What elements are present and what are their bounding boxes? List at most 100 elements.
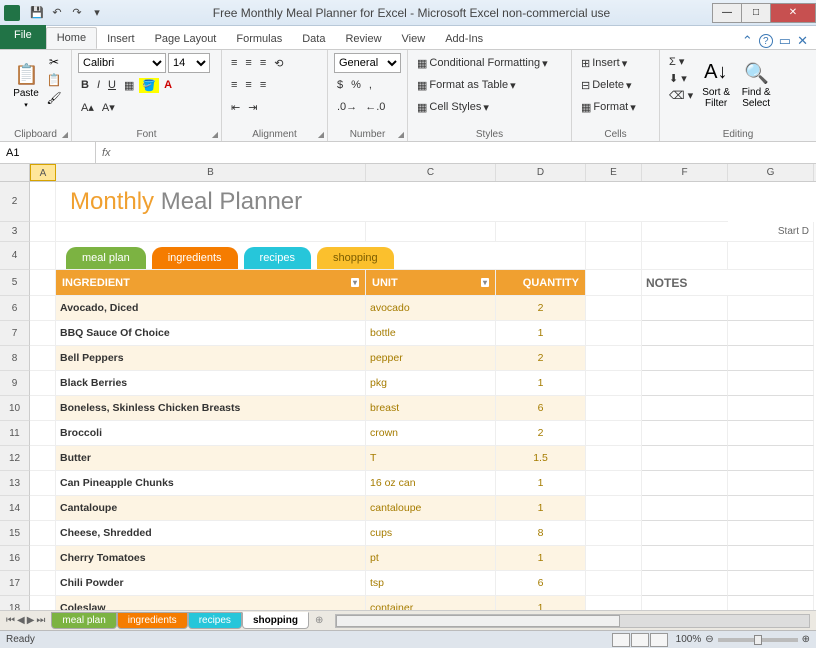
font-size-select[interactable]: 14 xyxy=(168,53,210,73)
scrollbar-thumb[interactable] xyxy=(336,615,620,627)
format-as-table-button[interactable]: ▦ Format as Table ▾ xyxy=(414,78,519,93)
col-header-f[interactable]: F xyxy=(642,164,728,181)
cell[interactable]: pt xyxy=(366,546,496,571)
cell[interactable] xyxy=(642,421,728,446)
cell[interactable] xyxy=(728,321,814,346)
cell[interactable]: Bell Peppers xyxy=(56,346,366,371)
increase-font-button[interactable]: A▴ xyxy=(78,100,97,115)
cell[interactable]: 1 xyxy=(496,546,586,571)
decrease-font-button[interactable]: A▾ xyxy=(99,100,118,115)
cell[interactable] xyxy=(728,471,814,496)
cell[interactable] xyxy=(642,321,728,346)
cell[interactable]: 1.5 xyxy=(496,446,586,471)
row-header[interactable]: 5 xyxy=(0,270,30,296)
view-page-layout-button[interactable] xyxy=(631,633,649,647)
cell[interactable]: 1 xyxy=(496,321,586,346)
insert-cells-button[interactable]: ⊞ Insert ▾ xyxy=(578,56,630,71)
italic-button[interactable]: I xyxy=(94,78,103,92)
row-header[interactable]: 11 xyxy=(0,421,30,446)
cell[interactable]: Cherry Tomatoes xyxy=(56,546,366,571)
cell[interactable]: crown xyxy=(366,421,496,446)
font-name-select[interactable]: Calibri xyxy=(78,53,166,73)
filter-dropdown-icon[interactable]: ▾ xyxy=(481,278,489,287)
cell[interactable] xyxy=(642,471,728,496)
delete-cells-button[interactable]: ⊟ Delete ▾ xyxy=(578,78,635,93)
cell[interactable] xyxy=(586,571,642,596)
cell[interactable]: Monthly Meal Planner xyxy=(56,182,728,222)
cell[interactable] xyxy=(30,222,56,242)
cell[interactable] xyxy=(642,242,728,270)
tab-data[interactable]: Data xyxy=(292,29,335,49)
sheet-nav-prev[interactable]: ◀ xyxy=(17,615,25,626)
cell[interactable] xyxy=(586,321,642,346)
col-header-d[interactable]: D xyxy=(496,164,586,181)
cell[interactable] xyxy=(642,346,728,371)
name-box[interactable]: A1 xyxy=(0,142,96,163)
row-header[interactable]: 15 xyxy=(0,521,30,546)
horizontal-scrollbar[interactable] xyxy=(335,614,810,628)
cell[interactable] xyxy=(586,521,642,546)
cell[interactable]: bottle xyxy=(366,321,496,346)
row-header[interactable]: 14 xyxy=(0,496,30,521)
cell[interactable]: 2 xyxy=(496,346,586,371)
row-header[interactable]: 10 xyxy=(0,396,30,421)
currency-button[interactable]: $ xyxy=(334,78,346,92)
cell[interactable]: 1 xyxy=(496,596,586,610)
cell[interactable]: cantaloupe xyxy=(366,496,496,521)
cell[interactable] xyxy=(642,396,728,421)
col-header-g[interactable]: G xyxy=(728,164,814,181)
minimize-button[interactable]: — xyxy=(712,3,742,23)
number-format-select[interactable]: General xyxy=(334,53,401,73)
fx-icon[interactable]: fx xyxy=(102,147,111,159)
cell[interactable]: meal plan ingredients recipes shopping xyxy=(56,242,586,270)
cell[interactable]: 8 xyxy=(496,521,586,546)
orientation-button[interactable]: ⟲ xyxy=(271,56,286,71)
cell[interactable] xyxy=(30,371,56,396)
border-button[interactable]: ▦ xyxy=(121,78,137,93)
decrease-decimal-button[interactable]: ←.0 xyxy=(362,100,388,114)
cell[interactable] xyxy=(586,242,642,270)
tab-review[interactable]: Review xyxy=(335,29,391,49)
zoom-out-button[interactable]: ⊖ xyxy=(705,634,713,645)
clear-button[interactable]: ⌫ ▾ xyxy=(666,88,696,103)
cell[interactable] xyxy=(642,446,728,471)
format-cells-button[interactable]: ▦ Format ▾ xyxy=(578,100,639,115)
cell[interactable]: pkg xyxy=(366,371,496,396)
cell[interactable] xyxy=(30,421,56,446)
cell[interactable] xyxy=(586,446,642,471)
cell[interactable] xyxy=(30,182,56,222)
cell[interactable] xyxy=(728,546,814,571)
window-close-icon[interactable]: ✕ xyxy=(797,33,808,49)
cell[interactable] xyxy=(728,496,814,521)
cell[interactable] xyxy=(30,496,56,521)
cell[interactable] xyxy=(728,596,814,610)
qat-customize-dropdown[interactable]: ▾ xyxy=(88,4,106,22)
tab-page-layout[interactable]: Page Layout xyxy=(145,29,227,49)
row-header[interactable]: 2 xyxy=(0,182,30,222)
cell[interactable]: 1 xyxy=(496,496,586,521)
col-header-e[interactable]: E xyxy=(586,164,642,181)
cell[interactable]: Broccoli xyxy=(56,421,366,446)
cell[interactable] xyxy=(642,296,728,321)
cell[interactable] xyxy=(642,496,728,521)
cell[interactable]: Chili Powder xyxy=(56,571,366,596)
autosum-button[interactable]: Σ ▾ xyxy=(666,54,696,69)
cell[interactable] xyxy=(366,222,496,242)
cell[interactable] xyxy=(586,596,642,610)
col-header-c[interactable]: C xyxy=(366,164,496,181)
cell[interactable] xyxy=(30,571,56,596)
row-header[interactable]: 7 xyxy=(0,321,30,346)
cell[interactable] xyxy=(586,396,642,421)
cell[interactable] xyxy=(586,296,642,321)
cell[interactable]: Cantaloupe xyxy=(56,496,366,521)
window-restore-icon[interactable]: ▭ xyxy=(779,33,791,49)
cell[interactable] xyxy=(30,521,56,546)
tab-insert[interactable]: Insert xyxy=(97,29,145,49)
font-color-button[interactable]: A xyxy=(161,78,175,92)
col-header-a[interactable]: A xyxy=(30,164,56,181)
align-right-button[interactable]: ≡ xyxy=(257,78,269,92)
cell[interactable] xyxy=(586,546,642,571)
cell[interactable]: tsp xyxy=(366,571,496,596)
planner-tab-recipes[interactable]: recipes xyxy=(244,247,311,269)
cell[interactable]: 16 oz can xyxy=(366,471,496,496)
